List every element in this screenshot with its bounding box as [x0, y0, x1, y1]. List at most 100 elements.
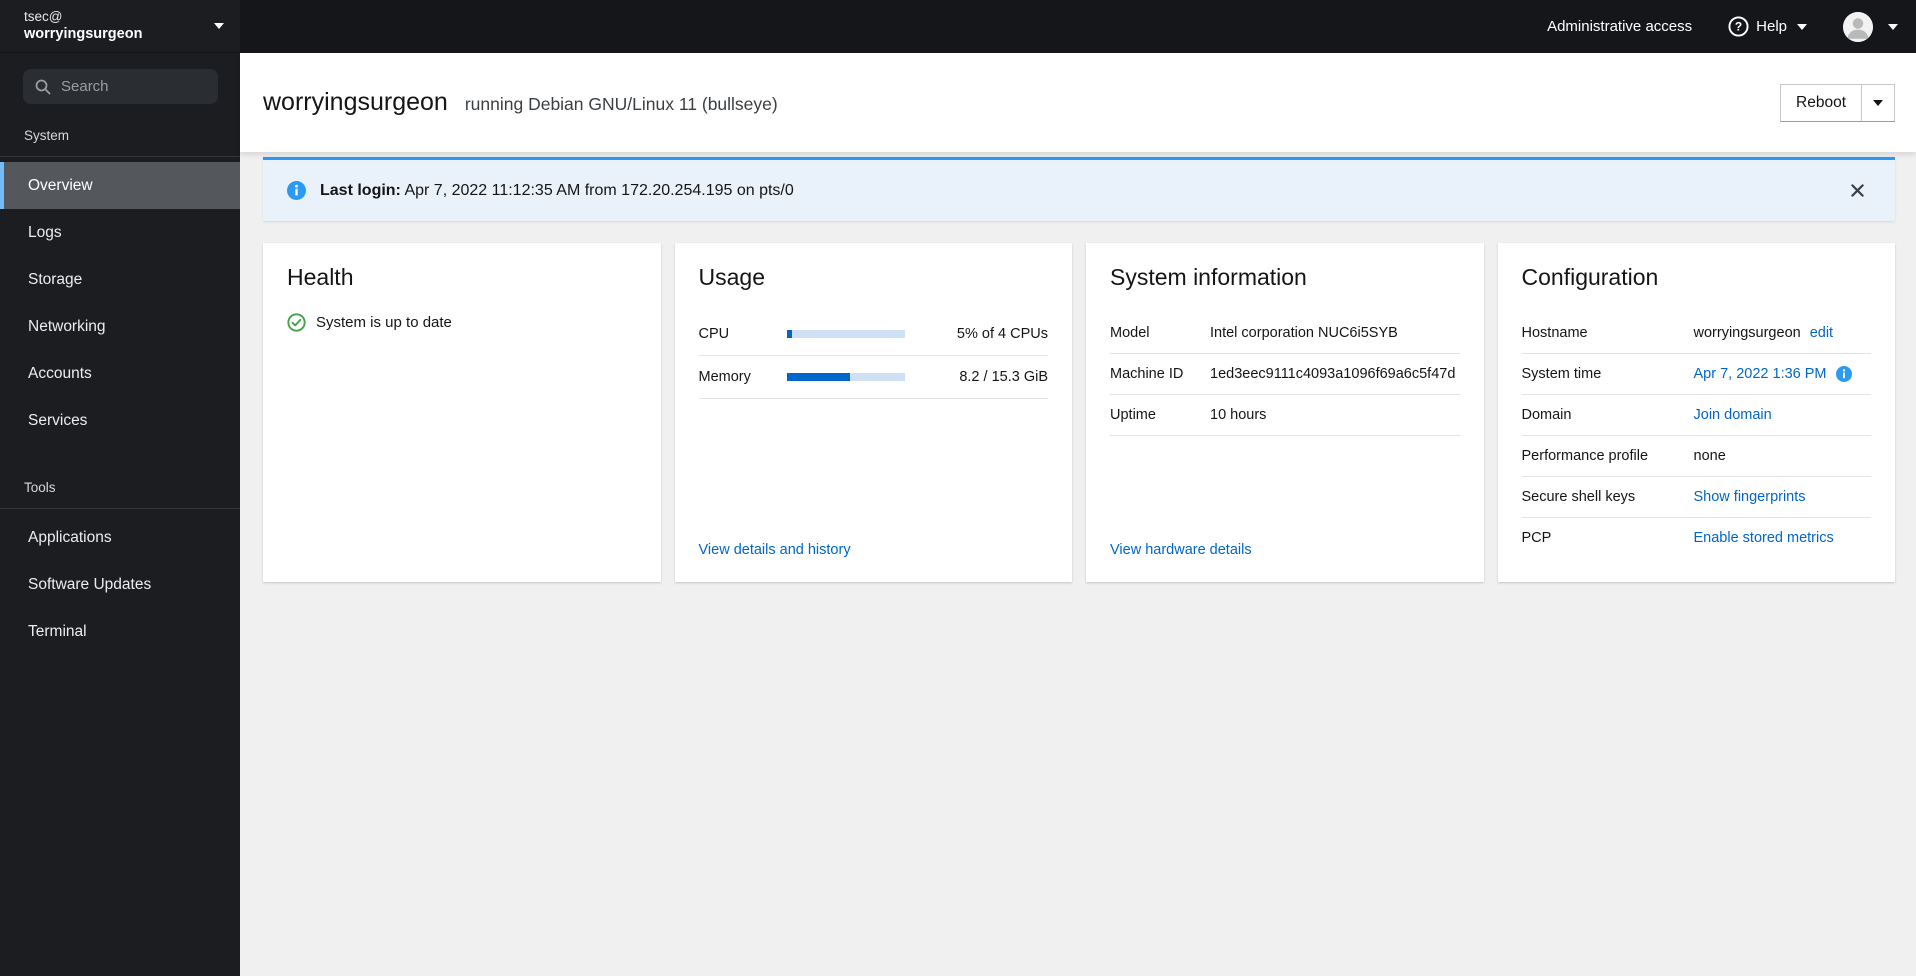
- secure-shell-keys-row: Secure shell keys Show fingerprints: [1521, 477, 1871, 518]
- configuration-card-title: Configuration: [1521, 264, 1659, 290]
- cpu-label: CPU: [698, 326, 730, 342]
- domain-row: Domain Join domain: [1521, 395, 1871, 436]
- system-time-label: System time: [1521, 366, 1602, 382]
- overview-cards: Health System is up to date Usage CPU 5%…: [263, 243, 1895, 582]
- nav-section-label-system: System: [0, 122, 240, 157]
- performance-profile-row: Performance profile none: [1521, 436, 1871, 477]
- model-row: Model Intel corporation NUC6i5SYB: [1110, 313, 1460, 354]
- cpu-progress-bar: [786, 330, 905, 338]
- cockpit-app: tsec@ worryingsurgeon System Overview Lo…: [0, 0, 1916, 976]
- page-title: worryingsurgeon: [263, 88, 448, 116]
- close-icon: [1851, 184, 1864, 197]
- nav-section-tools: Tools Applications Software Updates Term…: [0, 474, 240, 655]
- search-box[interactable]: [23, 69, 218, 104]
- sidebar-item-storage[interactable]: Storage: [0, 256, 240, 303]
- secure-shell-keys-label: Secure shell keys: [1521, 489, 1636, 505]
- system-time-link[interactable]: Apr 7, 2022 1:36 PM: [1694, 366, 1827, 382]
- info-icon: [287, 181, 306, 200]
- host-user: tsec@: [24, 8, 63, 24]
- sidebar-item-services[interactable]: Services: [0, 397, 240, 444]
- reboot-button[interactable]: Reboot: [1780, 83, 1861, 122]
- performance-profile-value: none: [1693, 448, 1726, 464]
- help-label: Help: [1756, 18, 1787, 35]
- health-card-title: Health: [287, 264, 354, 290]
- sidebar-search: [0, 53, 240, 122]
- hostname-edit-link[interactable]: edit: [1810, 325, 1833, 341]
- memory-usage-row: Memory 8.2 / 15.3 GiB: [698, 356, 1048, 399]
- sidebar-item-networking[interactable]: Networking: [0, 303, 240, 350]
- cpu-usage-value: 5% of 4 CPUs: [956, 326, 1048, 342]
- sidebar-item-software-updates[interactable]: Software Updates: [0, 561, 240, 608]
- health-status-text: System is up to date: [316, 314, 452, 331]
- user-menu[interactable]: [1843, 11, 1898, 42]
- machine-id-label: Machine ID: [1110, 366, 1184, 382]
- check-circle-icon: [287, 313, 306, 332]
- reboot-dropdown-toggle[interactable]: [1861, 83, 1895, 122]
- machine-id-row: Machine ID 1ed3eec9111c4093a1096f69a6c5f…: [1110, 354, 1460, 395]
- sidebar-item-applications[interactable]: Applications: [0, 514, 240, 561]
- chevron-down-icon: [1797, 23, 1807, 30]
- administrative-access-button[interactable]: Administrative access: [1547, 18, 1692, 35]
- main-area: Administrative access ? Help worryingsur…: [240, 0, 1916, 976]
- cpu-usage-row: CPU 5% of 4 CPUs: [698, 313, 1048, 356]
- machine-id-value: 1ed3eec9111c4093a1096f69a6c5f47d: [1210, 366, 1456, 382]
- memory-progress-bar: [786, 373, 905, 381]
- hostname-value: worryingsurgeon: [1693, 325, 1801, 341]
- domain-label: Domain: [1521, 407, 1572, 423]
- join-domain-link[interactable]: Join domain: [1694, 407, 1772, 423]
- page-header: worryingsurgeon running Debian GNU/Linux…: [240, 53, 1916, 152]
- system-time-info-icon[interactable]: [1835, 366, 1852, 382]
- chevron-down-icon: [1888, 23, 1898, 30]
- sidebar: tsec@ worryingsurgeon System Overview Lo…: [0, 0, 240, 976]
- uptime-row: Uptime 10 hours: [1110, 395, 1460, 436]
- last-login-alert: Last login: Apr 7, 2022 11:12:35 AM from…: [263, 157, 1895, 221]
- view-details-history-link[interactable]: View details and history: [699, 542, 1049, 558]
- os-subtitle: running Debian GNU/Linux 11 (bullseye): [464, 94, 778, 114]
- sidebar-item-terminal[interactable]: Terminal: [0, 608, 240, 655]
- memory-usage-value: 8.2 / 15.3 GiB: [959, 369, 1048, 385]
- sidebar-item-logs[interactable]: Logs: [0, 209, 240, 256]
- model-value: Intel corporation NUC6i5SYB: [1210, 325, 1398, 341]
- alert-message: Apr 7, 2022 11:12:35 AM from 172.20.254.…: [404, 181, 794, 199]
- health-card: Health System is up to date: [263, 243, 661, 582]
- nav-section-label-tools: Tools: [0, 474, 240, 509]
- sidebar-item-overview[interactable]: Overview: [0, 162, 240, 209]
- pcp-row: PCP Enable stored metrics: [1522, 518, 1872, 558]
- hostname-row: Hostname worryingsurgeon edit: [1521, 313, 1871, 354]
- overview-content: Last login: Apr 7, 2022 11:12:35 AM from…: [240, 152, 1916, 976]
- system-information-card: System information Model Intel corporati…: [1086, 243, 1484, 582]
- uptime-value: 10 hours: [1210, 407, 1267, 423]
- alert-title: Last login:: [320, 181, 401, 199]
- nav-section-system: System Overview Logs Storage Networking …: [0, 122, 240, 444]
- show-fingerprints-link[interactable]: Show fingerprints: [1694, 489, 1806, 505]
- search-icon: [35, 79, 51, 94]
- configuration-card: Configuration Hostname worryingsurgeon e…: [1497, 243, 1895, 582]
- hostname-label: Hostname: [1521, 325, 1588, 341]
- host-identity: tsec@ worryingsurgeon: [24, 8, 206, 44]
- alert-text: Last login: Apr 7, 2022 11:12:35 AM from…: [320, 182, 794, 200]
- masthead: Administrative access ? Help: [240, 0, 1916, 53]
- search-input[interactable]: [61, 78, 206, 95]
- system-information-card-title: System information: [1110, 264, 1307, 290]
- system-time-row: System time Apr 7, 2022 1:36 PM: [1521, 354, 1871, 395]
- host-switcher[interactable]: tsec@ worryingsurgeon: [0, 0, 240, 53]
- svg-text:?: ?: [1735, 20, 1742, 34]
- reboot-split-button: Reboot: [1780, 83, 1895, 122]
- sidebar-item-accounts[interactable]: Accounts: [0, 350, 240, 397]
- enable-stored-metrics-link[interactable]: Enable stored metrics: [1694, 530, 1834, 546]
- administrative-access-label: Administrative access: [1547, 18, 1693, 35]
- pcp-label: PCP: [1521, 530, 1552, 546]
- chevron-down-icon: [1873, 99, 1883, 106]
- help-menu[interactable]: ? Help: [1728, 16, 1807, 37]
- health-status-row: System is up to date: [287, 313, 637, 332]
- memory-label: Memory: [698, 369, 751, 385]
- sidebar-nav: System Overview Logs Storage Networking …: [0, 122, 240, 655]
- alert-close-button[interactable]: [1845, 178, 1870, 203]
- chevron-down-icon: [214, 23, 224, 29]
- avatar: [1843, 11, 1873, 42]
- question-circle-icon: ?: [1728, 16, 1749, 37]
- model-label: Model: [1110, 325, 1150, 341]
- view-hardware-details-link[interactable]: View hardware details: [1110, 542, 1460, 558]
- host-name: worryingsurgeon: [24, 26, 143, 43]
- usage-card-title: Usage: [698, 264, 765, 290]
